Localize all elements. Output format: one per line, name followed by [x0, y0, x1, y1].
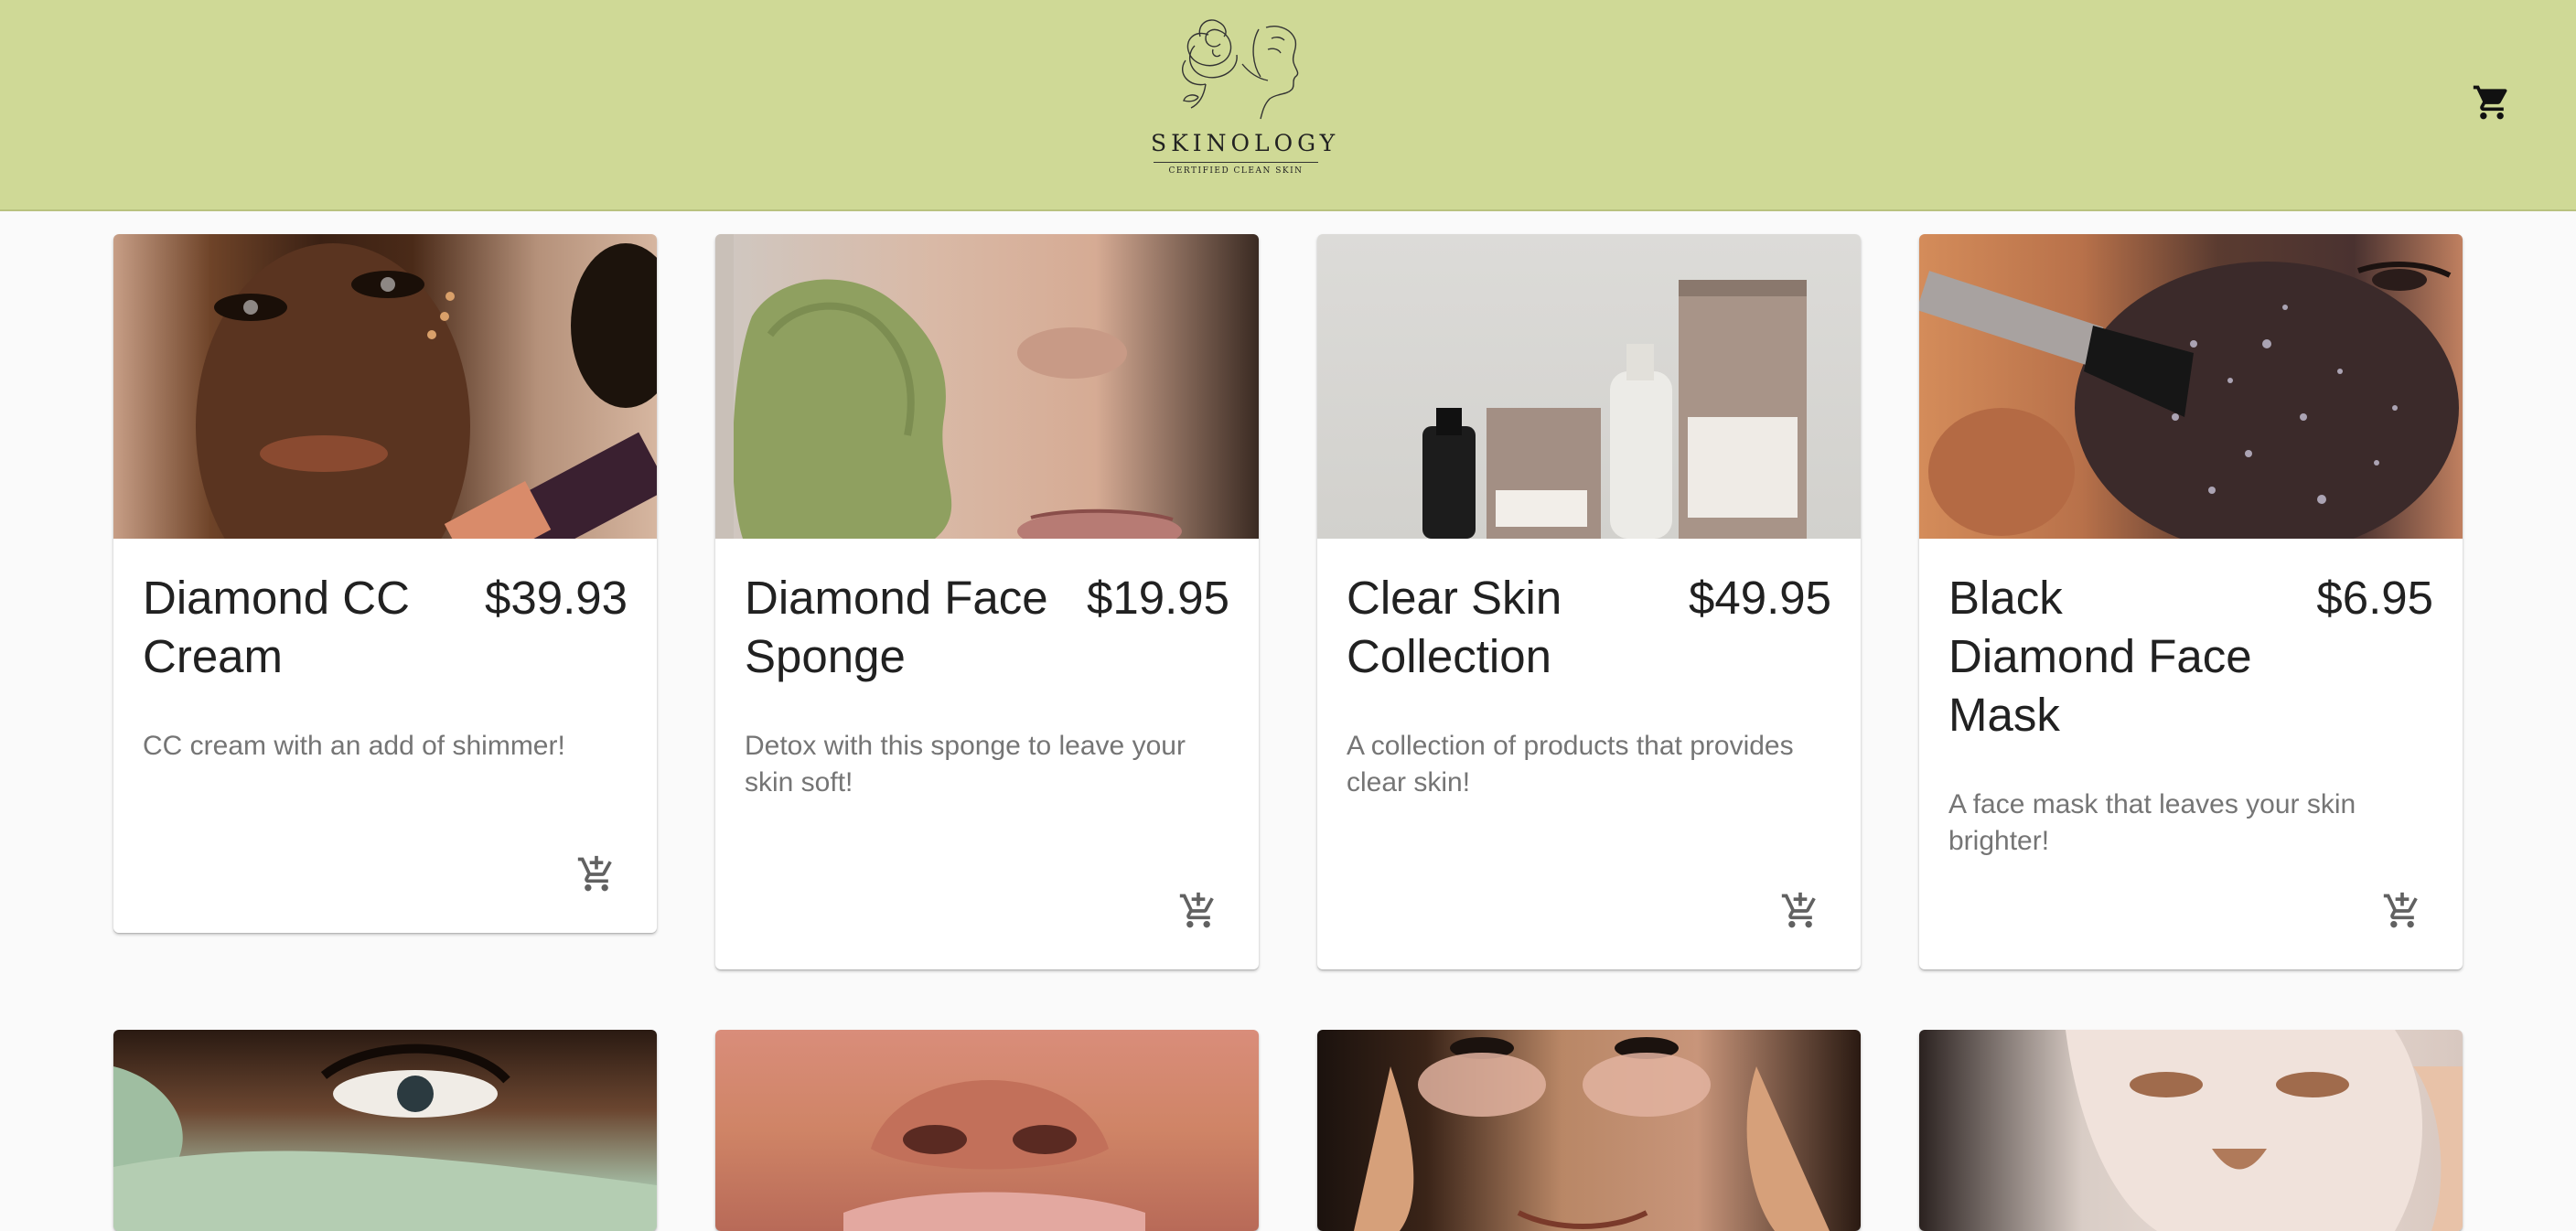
cart-button[interactable] [2470, 80, 2514, 124]
brand-tagline: CERTIFIED CLEAN SKIN [1168, 166, 1304, 176]
product-price: $6.95 [2316, 572, 2433, 624]
product-description: A collection of products that provides c… [1347, 731, 1794, 797]
product-image[interactable] [113, 1030, 657, 1231]
product-image[interactable] [113, 234, 657, 539]
card-content: Diamond CC Cream $39.93 CC cream with an… [113, 539, 657, 765]
product-image[interactable] [1317, 234, 1861, 539]
card-content: Black Diamond Face Mask $6.95 A face mas… [1919, 539, 2463, 860]
add-to-cart-button[interactable] [574, 852, 618, 896]
rose-face-logo-icon [1181, 19, 1299, 120]
product-price: $19.95 [1087, 572, 1229, 624]
card-content: Diamond Face Sponge $19.95 Detox with th… [715, 539, 1259, 801]
product-description: CC cream with an add of shimmer! [143, 731, 565, 761]
product-card[interactable]: Black Diamond Face Mask $6.95 A face mas… [1919, 234, 2463, 969]
product-price: $49.95 [1689, 572, 1831, 624]
add-shopping-cart-icon [1781, 892, 1816, 928]
shopping-cart-icon [2473, 85, 2507, 120]
card-content: Clear Skin Collection $49.95 A collectio… [1317, 539, 1861, 801]
product-title: Clear Skin Collection [1347, 572, 1562, 682]
product-description: Detox with this sponge to leave your ski… [745, 731, 1186, 797]
product-card[interactable] [715, 1030, 1259, 1231]
product-card[interactable]: Diamond CC Cream $39.93 CC cream with an… [113, 234, 657, 933]
product-price: $39.93 [485, 572, 628, 624]
logo-divider [1154, 162, 1318, 163]
brand-name: SKINOLOGY [1151, 130, 1340, 156]
product-image[interactable] [1317, 1030, 1861, 1231]
app-header: SKINOLOGY CERTIFIED CLEAN SKIN [0, 0, 2576, 211]
product-card[interactable]: Diamond Face Sponge $19.95 Detox with th… [715, 234, 1259, 969]
product-title: Black Diamond Face Mask [1948, 572, 2252, 741]
product-image[interactable] [1919, 234, 2463, 539]
product-image[interactable] [715, 234, 1259, 539]
add-shopping-cart-icon [1179, 892, 1214, 928]
product-card[interactable] [1919, 1030, 2463, 1231]
add-to-cart-button[interactable] [1778, 889, 1822, 933]
product-card[interactable]: Clear Skin Collection $49.95 A collectio… [1317, 234, 1861, 969]
product-card[interactable] [1317, 1030, 1861, 1231]
add-shopping-cart-icon [577, 855, 612, 892]
add-to-cart-button[interactable] [2380, 889, 2424, 933]
product-description: A face mask that leaves your skin bright… [1948, 789, 2356, 856]
product-image[interactable] [715, 1030, 1259, 1231]
add-to-cart-button[interactable] [1176, 889, 1220, 933]
product-title: Diamond Face Sponge [745, 572, 1048, 682]
product-image[interactable] [1919, 1030, 2463, 1231]
add-shopping-cart-icon [2383, 892, 2418, 928]
product-title: Diamond CC Cream [143, 572, 410, 682]
brand-logo[interactable]: SKINOLOGY CERTIFIED CLEAN SKIN [1151, 9, 1340, 192]
product-card[interactable] [113, 1030, 657, 1231]
